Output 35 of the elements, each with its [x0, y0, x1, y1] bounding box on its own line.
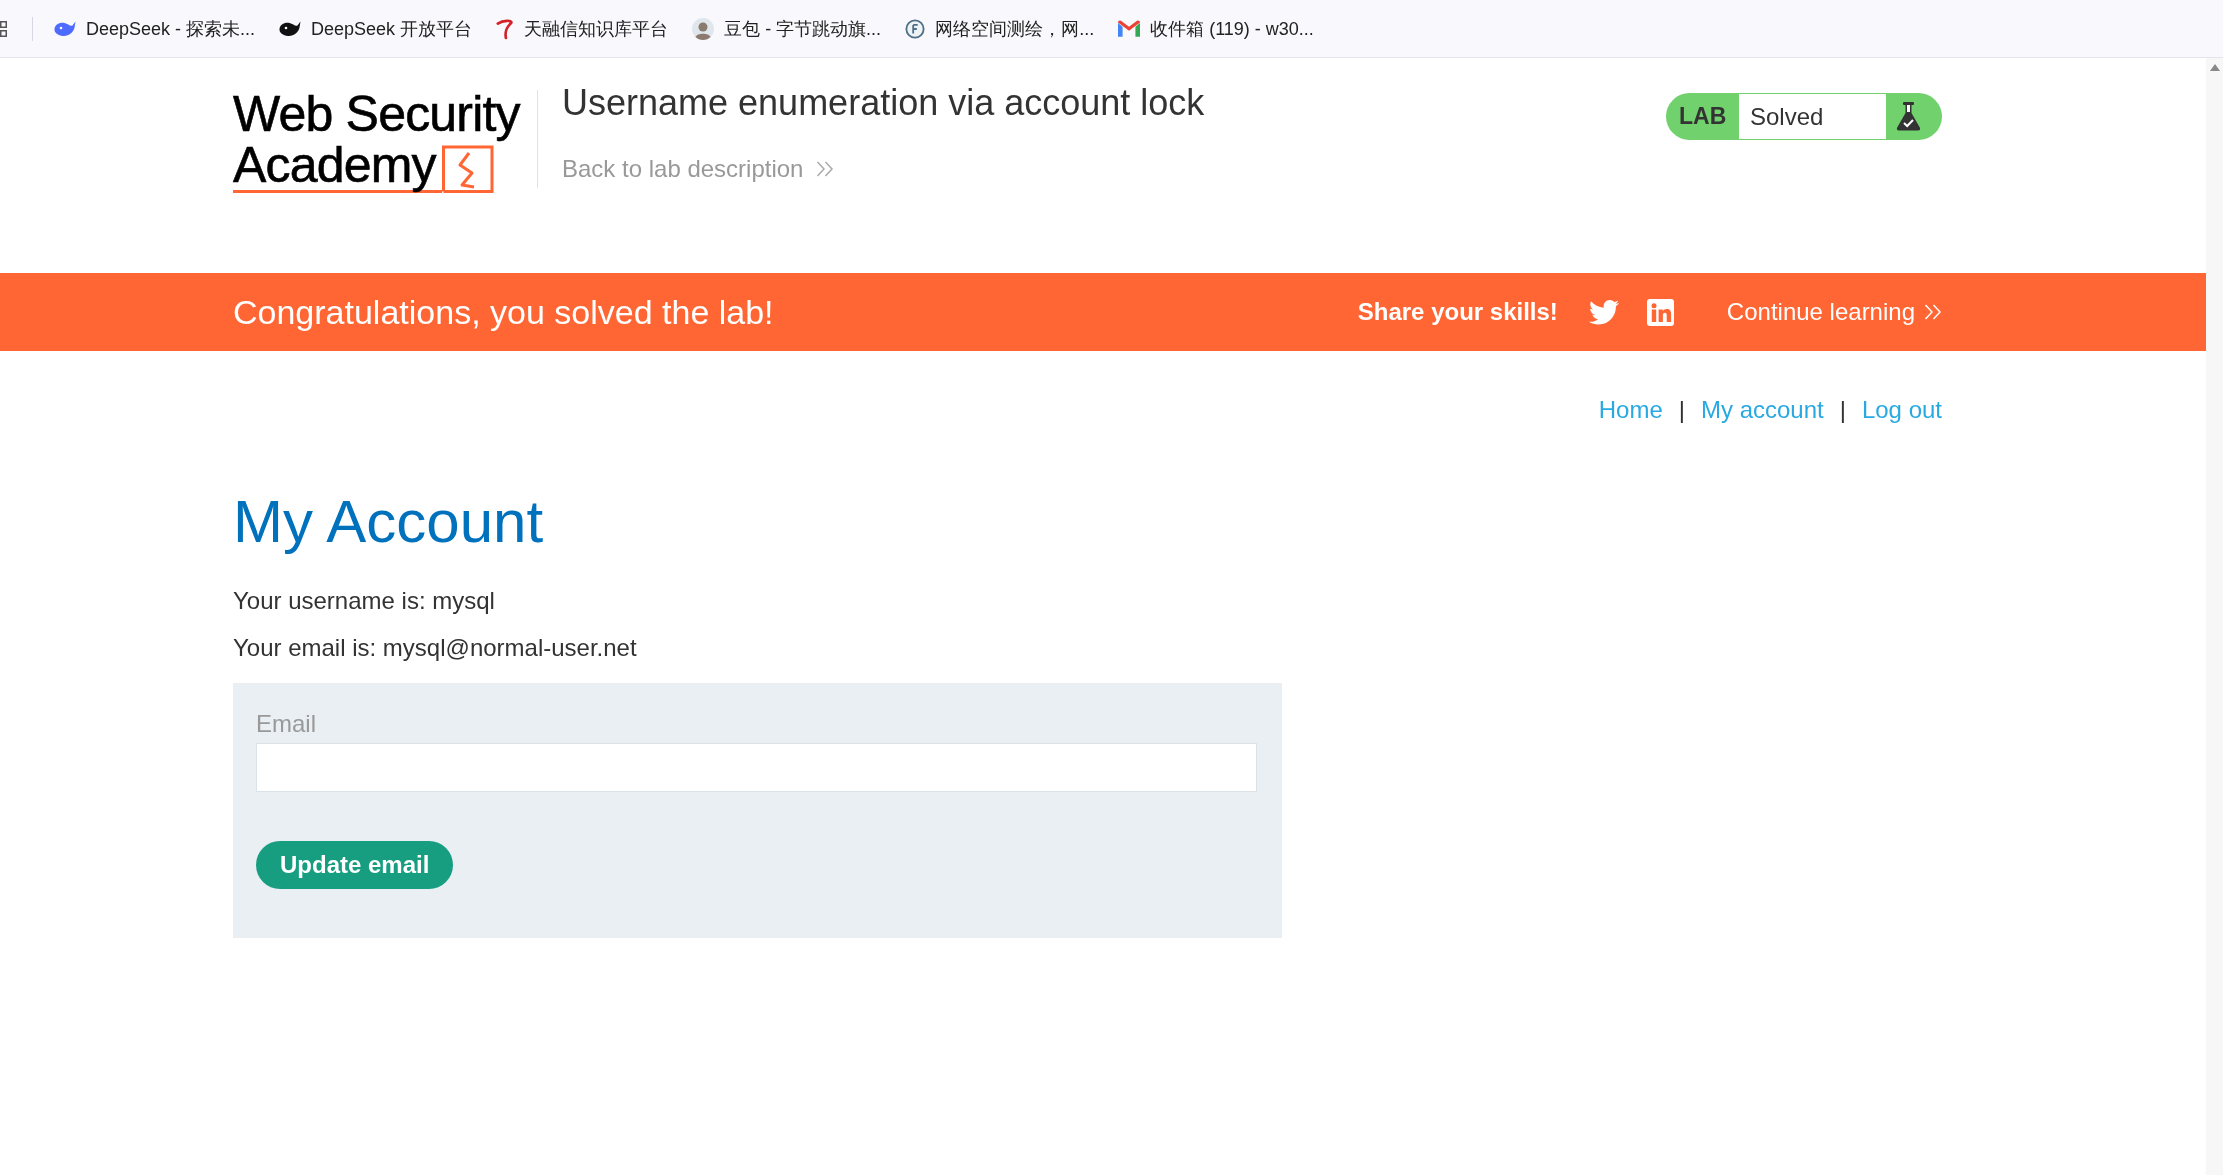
bookmark-item[interactable]: 天融信知识库平台: [496, 16, 669, 41]
ring-icon: [905, 18, 926, 39]
bookmark-item[interactable]: DeepSeek - 探索未...: [54, 16, 256, 41]
double-chevron-icon: [1924, 304, 1942, 320]
share-label: Share your skills!: [1357, 298, 1558, 326]
page-heading: My Account: [233, 487, 545, 557]
arrow-up-icon[interactable]: [2209, 64, 2220, 71]
flask-icon: [1896, 102, 1921, 131]
bookmark-item[interactable]: 豆包 - 字节跳动旗...: [692, 16, 882, 41]
whale-icon: [279, 20, 302, 37]
whale-icon: [54, 20, 76, 37]
scrollbar[interactable]: [2206, 58, 2223, 1175]
avatar-icon: [692, 17, 715, 40]
field-label: Email: [256, 710, 317, 738]
email-input[interactable]: [256, 743, 1257, 792]
bolt-icon: [441, 145, 494, 193]
account-info-text: Your email is: mysql@normal-user.net: [233, 634, 638, 662]
twitter-icon[interactable]: [1588, 299, 1619, 325]
status-label: Solved: [1738, 93, 1887, 140]
logo-text: Academy: [233, 140, 442, 193]
logo-text: Web Security: [233, 88, 522, 140]
nav-separator: |: [1678, 396, 1685, 424]
swoosh-icon: [496, 17, 515, 40]
bookmark-item[interactable]: 收件箱 (119) - w30...: [1118, 16, 1314, 41]
lab-title: Username enumeration via account lock: [562, 82, 1205, 124]
grid-icon[interactable]: [0, 19, 8, 38]
double-chevron-icon: [816, 161, 835, 177]
linkedin-icon[interactable]: [1646, 298, 1674, 326]
success-message: Congratulations, you solved the lab!: [233, 292, 774, 332]
account-info-text: Your username is: mysql: [233, 587, 496, 615]
nav-separator: |: [1839, 396, 1846, 424]
lab-label: LAB: [1678, 102, 1728, 131]
mail-icon: [1118, 20, 1141, 37]
bookmark-item[interactable]: 网络空间测绘，网...: [905, 16, 1095, 41]
bookmark-item[interactable]: DeepSeek 开放平台: [279, 16, 473, 41]
